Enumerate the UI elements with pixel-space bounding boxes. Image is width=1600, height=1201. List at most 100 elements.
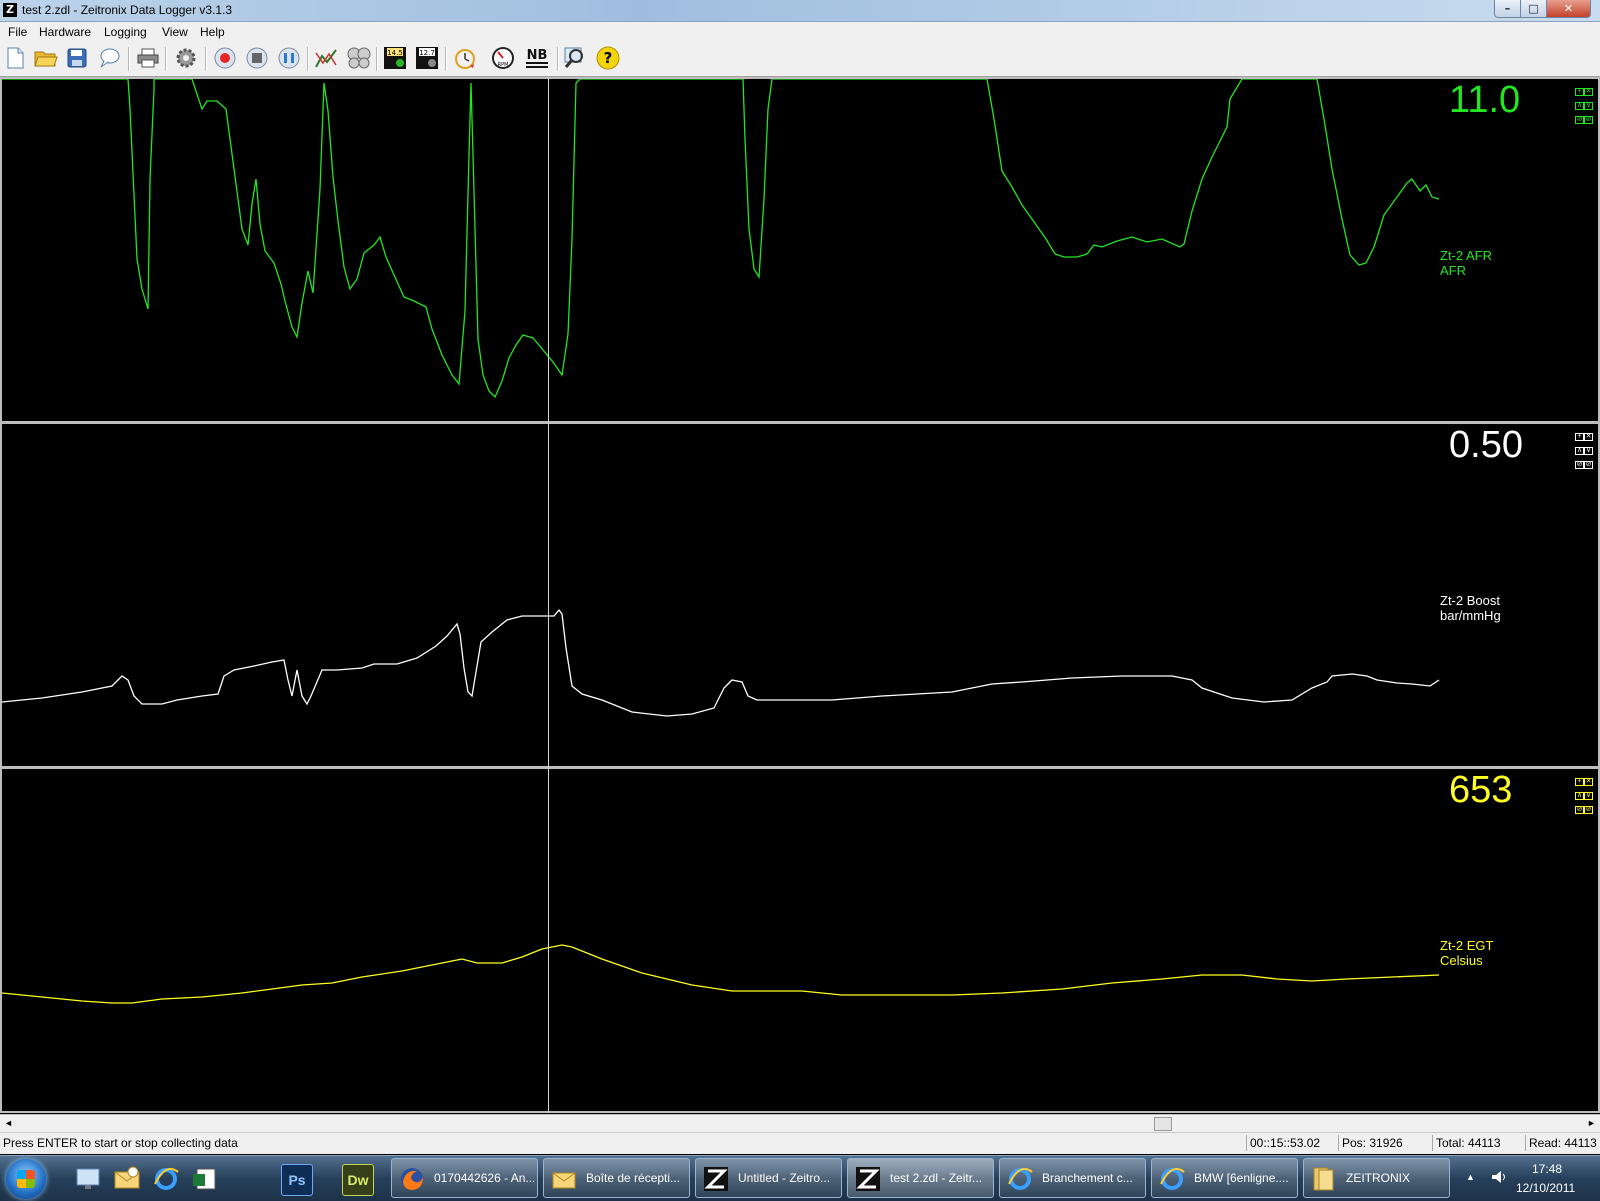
close-panel-icon[interactable]: ✕	[1584, 778, 1593, 786]
zoom-panel-icon[interactable]: ⊘	[1575, 461, 1584, 469]
egt-unit: Celsius	[1440, 953, 1483, 968]
record-icon[interactable]	[212, 45, 238, 71]
afr-low-icon[interactable]: 12.7	[414, 45, 440, 71]
taskbar-item-folder-zeitronix[interactable]: ZEITRONIX	[1303, 1158, 1450, 1198]
taskbar-item-label: Boîte de récepti...	[586, 1171, 681, 1185]
help-icon[interactable]: ?	[595, 45, 621, 71]
toolbar-separator	[307, 47, 309, 71]
afr-high-icon[interactable]: 14.5	[382, 45, 408, 71]
nb-icon[interactable]: NB	[524, 45, 550, 71]
status-divider	[1525, 1135, 1526, 1151]
open-folder-icon[interactable]	[33, 45, 59, 71]
tray-expand-icon[interactable]: ▲	[1466, 1172, 1475, 1182]
rpm-label: RPM	[498, 62, 509, 68]
close-button[interactable]: ✕	[1546, 0, 1591, 18]
status-bar: Press ENTER to start or stop collecting …	[0, 1132, 1600, 1154]
internet-explorer-icon	[1006, 1165, 1034, 1193]
scroll-right-arrow-icon[interactable]: ►	[1585, 1117, 1598, 1130]
status-divider	[1432, 1135, 1433, 1151]
toolbar-separator	[165, 47, 167, 71]
taskbar-item-outlook[interactable]: Boîte de récepti...	[543, 1158, 690, 1198]
volume-icon[interactable]	[1490, 1169, 1506, 1188]
horizontal-scrollbar[interactable]: ◄ ►	[0, 1114, 1600, 1132]
scale-panel-icon[interactable]: ⊘	[1584, 116, 1593, 124]
status-pos: Pos: 31926	[1342, 1136, 1403, 1150]
taskbar-item-ie-bmw[interactable]: BMW [6enligne....	[1151, 1158, 1298, 1198]
zoom-panel-icon[interactable]: ⊘	[1575, 806, 1584, 814]
menu-help[interactable]: Help	[200, 25, 225, 39]
internet-explorer-icon	[1158, 1165, 1186, 1193]
taskbar-item-label: BMW [6enligne....	[1194, 1171, 1289, 1185]
excel-icon[interactable]	[190, 1164, 220, 1194]
taskbar-item-zeitronix-untitled[interactable]: Untitled - Zeitro...	[695, 1158, 842, 1198]
print-icon[interactable]	[135, 45, 161, 71]
graph-icon[interactable]	[313, 45, 339, 71]
status-divider	[1246, 1135, 1247, 1151]
add-panel-icon[interactable]: +	[1575, 778, 1584, 786]
title-bar[interactable]: Z test 2.zdl - Zeitronix Data Logger v3.…	[0, 0, 1600, 22]
internet-explorer-icon[interactable]	[151, 1164, 181, 1194]
move-down-icon[interactable]: ∨	[1584, 447, 1593, 455]
save-icon[interactable]	[64, 45, 90, 71]
egt-panel[interactable]: 653 Zt-2 EGT Celsius + ✕∧ ∨⊘ ⊘	[0, 767, 1600, 1113]
clock-time[interactable]: 17:48	[1532, 1162, 1562, 1176]
gauges-icon[interactable]	[346, 45, 372, 71]
scroll-left-arrow-icon[interactable]: ◄	[2, 1117, 15, 1130]
scale-panel-icon[interactable]: ⊘	[1584, 461, 1593, 469]
dreamweaver-icon[interactable]: Dw	[342, 1164, 374, 1196]
minimize-button[interactable]: –	[1494, 0, 1521, 18]
boost-trace	[2, 608, 1440, 717]
taskbar-item-zeitronix-test2[interactable]: test 2.zdl - Zeitr...	[847, 1158, 994, 1198]
move-down-icon[interactable]: ∨	[1584, 792, 1593, 800]
new-file-icon[interactable]	[2, 45, 28, 71]
menu-hardware[interactable]: Hardware	[39, 25, 91, 39]
scale-panel-icon[interactable]: ⊘	[1584, 806, 1593, 814]
pause-icon[interactable]	[276, 45, 302, 71]
move-up-icon[interactable]: ∧	[1575, 447, 1584, 455]
status-divider	[1338, 1135, 1339, 1151]
menu-file[interactable]: File	[8, 25, 27, 39]
comment-icon[interactable]	[96, 45, 122, 71]
zoom-icon[interactable]	[563, 45, 589, 71]
toolbar-separator	[376, 47, 378, 71]
afr-unit: AFR	[1440, 263, 1466, 278]
menu-view[interactable]: View	[162, 25, 188, 39]
time-cursor[interactable]	[548, 77, 549, 1113]
photoshop-icon[interactable]: Ps	[281, 1164, 313, 1196]
scroll-thumb[interactable]	[1154, 1117, 1172, 1131]
add-panel-icon[interactable]: +	[1575, 88, 1584, 96]
add-panel-icon[interactable]: +	[1575, 433, 1584, 441]
zoom-panel-icon[interactable]: ⊘	[1575, 116, 1584, 124]
move-up-icon[interactable]: ∧	[1575, 102, 1584, 110]
help-label: ?	[604, 49, 613, 67]
settings-icon[interactable]	[173, 45, 199, 71]
photoshop-label: Ps	[288, 1172, 306, 1188]
outlook-icon[interactable]	[112, 1164, 142, 1194]
taskbar-item-ie-branchement[interactable]: Branchement c...	[999, 1158, 1146, 1198]
move-up-icon[interactable]: ∧	[1575, 792, 1584, 800]
outlook-icon	[550, 1165, 578, 1193]
show-desktop-icon[interactable]	[74, 1164, 104, 1194]
taskbar-item-label: ZEITRONIX	[1346, 1171, 1411, 1185]
afr-high-label: 14.5	[387, 49, 403, 57]
chart-area[interactable]: 11.0 Zt-2 AFR AFR + ✕∧ ∨⊘ ⊘ 0.50 Zt-2 Boost…	[0, 77, 1600, 1113]
toolbar-separator	[205, 47, 207, 71]
taskbar-item-firefox[interactable]: 0170442626 - An...	[391, 1158, 538, 1198]
timer-icon[interactable]	[452, 45, 478, 71]
start-button[interactable]	[6, 1159, 46, 1199]
dreamweaver-label: Dw	[347, 1172, 369, 1188]
taskbar: Ps Dw 0170442626 - An... Boîte de récept…	[0, 1155, 1600, 1201]
close-panel-icon[interactable]: ✕	[1584, 433, 1593, 441]
maximize-button[interactable]: □	[1520, 0, 1547, 18]
menu-logging[interactable]: Logging	[104, 25, 147, 39]
rpm-gauge-icon[interactable]: RPM	[490, 45, 516, 71]
move-down-icon[interactable]: ∨	[1584, 102, 1593, 110]
boost-readout: 0.50	[1449, 424, 1523, 466]
egt-trace	[2, 944, 1440, 1004]
boost-panel[interactable]: 0.50 Zt-2 Boost bar/mmHg + ✕∧ ∨⊘ ⊘	[0, 422, 1600, 768]
afr-panel[interactable]: 11.0 Zt-2 AFR AFR + ✕∧ ∨⊘ ⊘	[0, 77, 1600, 423]
stop-icon[interactable]	[244, 45, 270, 71]
close-panel-icon[interactable]: ✕	[1584, 88, 1593, 96]
boost-channel-name: Zt-2 Boost	[1440, 593, 1500, 608]
clock-date[interactable]: 12/10/2011	[1516, 1181, 1575, 1195]
